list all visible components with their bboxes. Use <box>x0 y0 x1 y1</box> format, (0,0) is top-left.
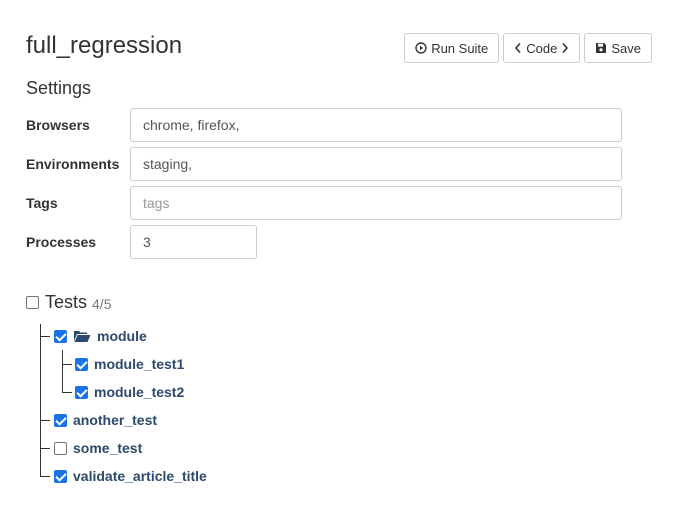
tree-item-name[interactable]: module <box>97 328 147 344</box>
tree-item-validate-article-title: validate_article_title <box>54 466 207 486</box>
folder-open-icon <box>74 331 91 342</box>
module-checkbox[interactable] <box>54 329 67 343</box>
tree-folder-module: module <box>54 326 147 346</box>
tree-item-another-test: another_test <box>54 410 157 430</box>
some-test-checkbox[interactable] <box>54 441 67 455</box>
tree-item-name[interactable]: another_test <box>73 412 157 428</box>
tree-item-name[interactable]: module_test1 <box>94 356 184 372</box>
module-test2-checkbox[interactable] <box>75 385 88 399</box>
tree-item-name[interactable]: some_test <box>73 440 142 456</box>
module-test1-checkbox[interactable] <box>75 357 88 371</box>
tree-item-name[interactable]: validate_article_title <box>73 468 207 484</box>
tree-item-name[interactable]: module_test2 <box>94 384 184 400</box>
another-test-checkbox[interactable] <box>54 413 67 427</box>
tree-item-some-test: some_test <box>54 438 142 458</box>
tree-item-module-test2: module_test2 <box>75 382 184 402</box>
tree-item-module-test1: module_test1 <box>75 354 184 374</box>
validate-article-title-checkbox[interactable] <box>54 469 67 483</box>
